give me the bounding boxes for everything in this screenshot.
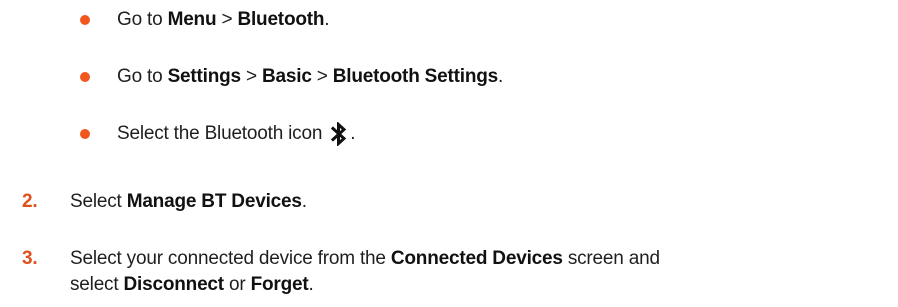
period: . (350, 123, 356, 144)
bullet-dot (80, 15, 90, 25)
bluetooth-term: Bluetooth (237, 9, 325, 30)
basic-term: Basic (261, 66, 312, 87)
step-text: or (223, 274, 251, 295)
step-manage-bt-devices: Select Manage BT Devices. (70, 189, 307, 215)
settings-term: Settings (167, 66, 242, 87)
bluetooth-settings-term: Bluetooth Settings (332, 66, 499, 87)
bullet-text: Go to (117, 9, 168, 30)
separator: > (240, 66, 262, 87)
step-select-device: Select your connected device from the Co… (70, 246, 660, 272)
bluetooth-icon (331, 121, 347, 146)
step-number: 2. (22, 191, 38, 212)
separator: > (311, 66, 333, 87)
step-text: Select your connected device from the (70, 248, 391, 269)
bullet-dot (80, 129, 90, 139)
period: . (324, 9, 330, 30)
bullet-text: Select the Bluetooth icon (117, 123, 323, 144)
instruction-list: Go to Menu > Bluetooth. Go to Settings >… (0, 0, 898, 307)
period: . (308, 274, 314, 295)
period: . (301, 191, 307, 212)
step-select-device-continuation: select Disconnect or Forget. (70, 272, 314, 298)
forget-term: Forget (250, 274, 309, 295)
step-text: screen and (562, 248, 660, 269)
bullet-item-settings: Go to Settings > Basic > Bluetooth Setti… (117, 64, 503, 90)
menu-term: Menu (167, 9, 217, 30)
step-number: 3. (22, 248, 38, 269)
step-text: select (70, 274, 124, 295)
bullet-item-bluetooth-icon: Select the Bluetooth icon . (117, 121, 356, 147)
bullet-item-menu-bluetooth: Go to Menu > Bluetooth. (117, 7, 330, 33)
bullet-text: Go to (117, 66, 168, 87)
bullet-dot (80, 72, 90, 82)
disconnect-term: Disconnect (123, 274, 225, 295)
step-text: Select (70, 191, 127, 212)
connected-devices-term: Connected Devices (390, 248, 563, 269)
manage-bt-devices-term: Manage BT Devices (126, 191, 302, 212)
separator: > (216, 9, 238, 30)
period: . (498, 66, 504, 87)
